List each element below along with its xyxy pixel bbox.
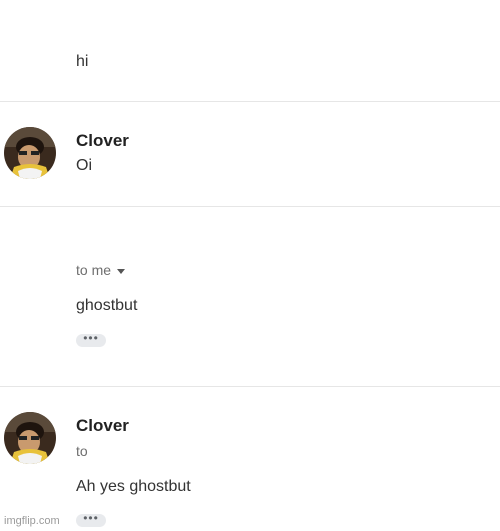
avatar[interactable] bbox=[4, 127, 56, 179]
avatar-photo bbox=[4, 412, 56, 464]
show-trimmed-content-button[interactable]: ••• bbox=[76, 332, 106, 347]
avatar-photo bbox=[4, 127, 56, 179]
recipient-label: to bbox=[76, 443, 88, 459]
sender-name: Clover bbox=[76, 416, 129, 435]
message-body: Ah yes ghostbut bbox=[76, 478, 191, 495]
recipient-label: to me bbox=[76, 262, 112, 278]
recipient-details[interactable]: to me bbox=[76, 262, 126, 278]
divider bbox=[0, 101, 500, 102]
avatar[interactable] bbox=[4, 412, 56, 464]
watermark: imgflip.com bbox=[4, 515, 60, 527]
message-body: hi bbox=[76, 53, 89, 70]
sender-name: Clover bbox=[76, 131, 129, 150]
message-body: ghostbut bbox=[76, 297, 138, 314]
message-body: Oi bbox=[76, 157, 92, 174]
divider bbox=[0, 206, 500, 207]
chevron-down-icon[interactable] bbox=[117, 268, 126, 274]
show-trimmed-content-button[interactable]: ••• bbox=[76, 512, 106, 527]
divider bbox=[0, 386, 500, 387]
